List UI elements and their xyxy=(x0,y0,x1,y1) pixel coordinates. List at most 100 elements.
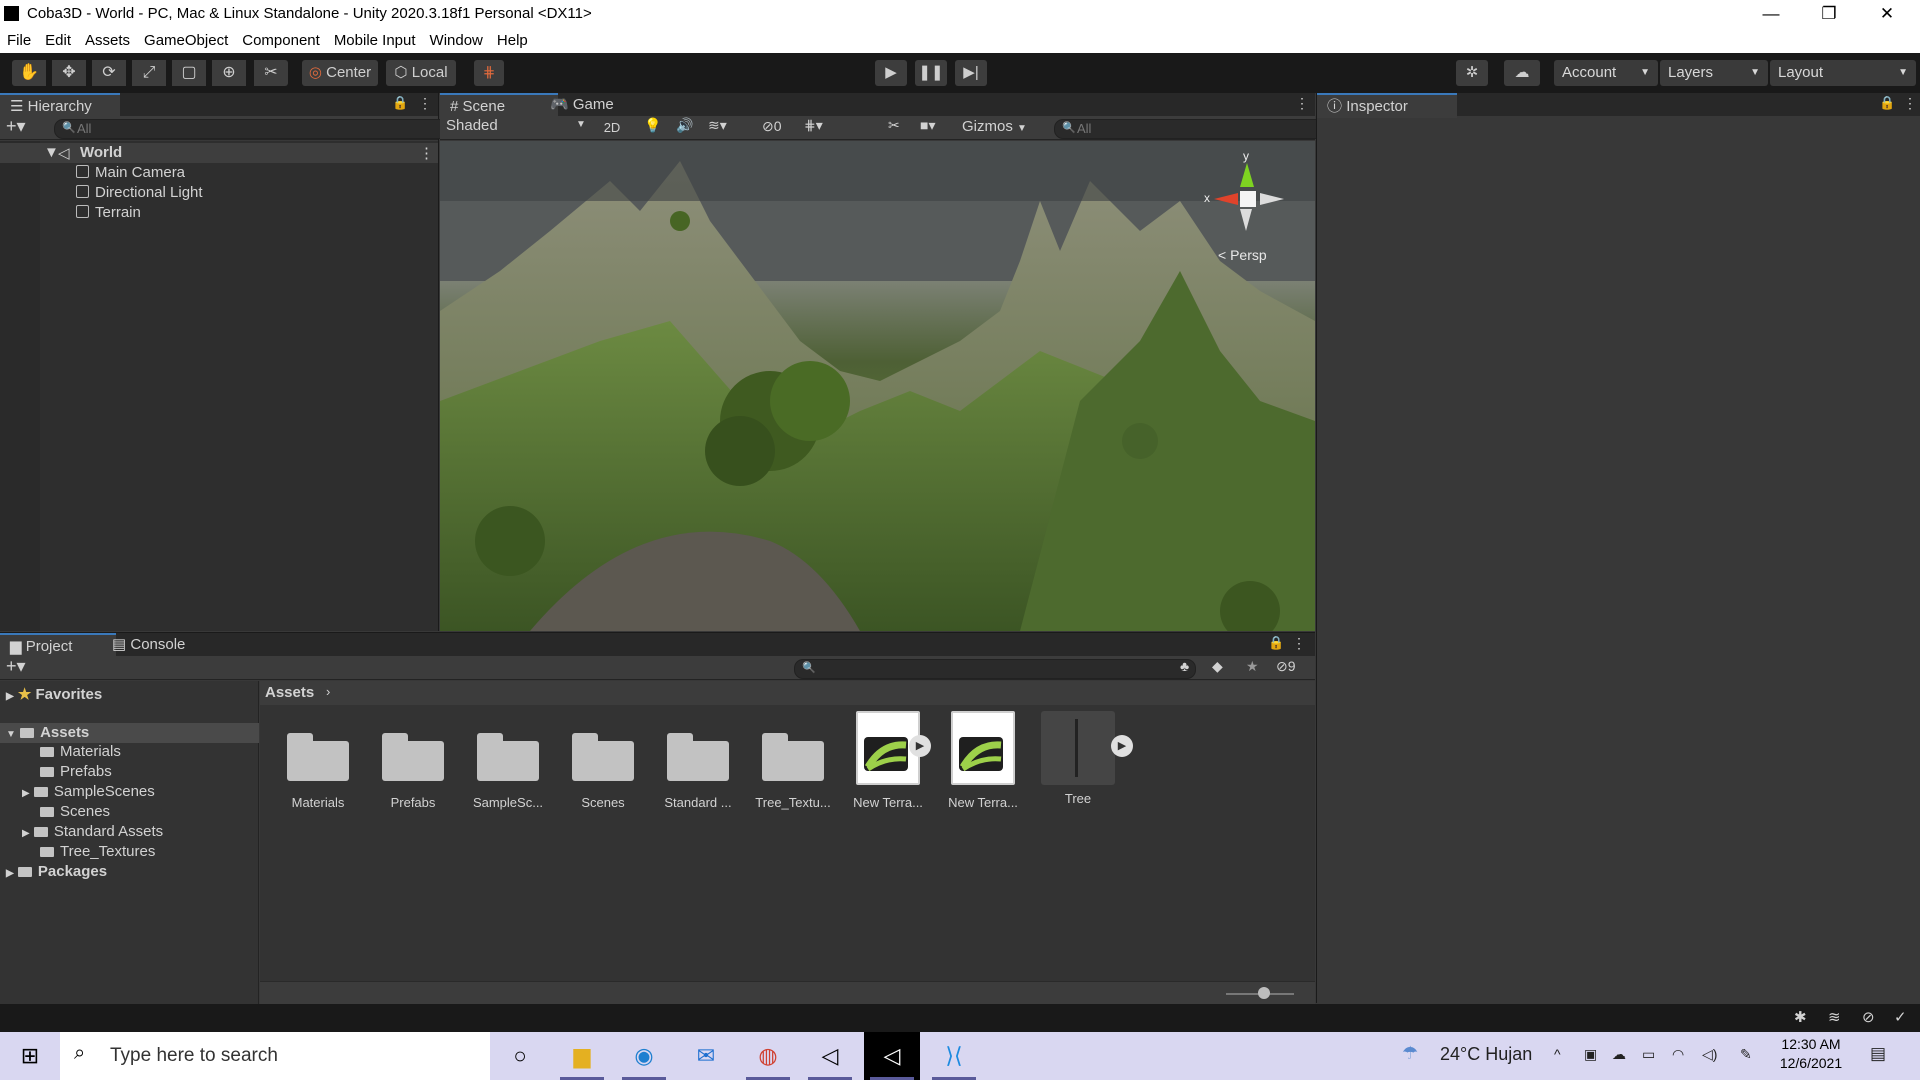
transform-tool-icon[interactable]: ⊕ xyxy=(212,60,246,86)
breadcrumb-assets[interactable]: Assets xyxy=(265,684,314,701)
asset-folder-tree-textures[interactable]: Tree_Textu... xyxy=(748,733,838,810)
pause-button[interactable]: ❚❚ xyxy=(915,60,947,86)
asset-tree-prefab[interactable]: ▶ Tree xyxy=(1033,711,1133,806)
volume-icon[interactable]: ◁) xyxy=(1702,1046,1717,1063)
tab-project[interactable]: ▆ Project xyxy=(0,633,116,658)
tree-folder-materials[interactable]: Materials xyxy=(40,743,121,760)
collab-button[interactable]: ✲ xyxy=(1456,60,1488,86)
lock-icon[interactable]: 🔒 xyxy=(392,95,408,111)
hierarchy-item-main-camera[interactable]: Main Camera xyxy=(76,164,185,181)
add-object-button[interactable]: +▾ xyxy=(6,116,26,137)
filter-type-icon[interactable]: ♣ xyxy=(1180,658,1189,674)
mode-2d-button[interactable]: 2D xyxy=(596,117,628,138)
asset-terrain-1[interactable]: ▶ New Terra... xyxy=(843,711,933,810)
perspective-label[interactable]: < Persp xyxy=(1218,247,1267,263)
hierarchy-item-directional-light[interactable]: Directional Light xyxy=(76,184,203,201)
scene-menu-icon[interactable]: ⋮ xyxy=(419,144,434,162)
grid-toggle-icon[interactable]: ⋕▾ xyxy=(804,117,823,134)
menu-edit[interactable]: Edit xyxy=(38,28,78,49)
hand-tool-icon[interactable]: ✋ xyxy=(12,60,46,86)
kebab-menu-icon[interactable]: ⋮ xyxy=(418,95,432,112)
account-dropdown[interactable]: Account ▼ xyxy=(1554,60,1658,86)
assets-root-row[interactable]: ▼ Assets xyxy=(0,723,259,743)
step-button[interactable]: ▶| xyxy=(955,60,987,86)
file-explorer-icon[interactable]: ▆ xyxy=(554,1032,610,1080)
move-tool-icon[interactable]: ✥ xyxy=(52,60,86,86)
menu-gameobject[interactable]: GameObject xyxy=(137,28,235,49)
pivot-local-button[interactable]: ⬡ Local xyxy=(386,60,456,86)
project-search-input[interactable]: 🔍 xyxy=(794,659,1196,679)
tree-folder-prefabs[interactable]: Prefabs xyxy=(40,763,112,780)
hierarchy-item-terrain[interactable]: Terrain xyxy=(76,204,141,221)
hidden-objects-button[interactable]: ⊘0 xyxy=(762,118,782,135)
hidden-packages-button[interactable]: ⊘9 xyxy=(1276,658,1296,675)
vscode-icon[interactable]: ⟩⟨ xyxy=(926,1032,982,1080)
orientation-gizmo[interactable]: y x < Persp xyxy=(1200,149,1300,263)
battery-icon[interactable]: ▭ xyxy=(1642,1046,1655,1063)
tree-packages[interactable]: ▶ Packages xyxy=(6,863,107,880)
asset-folder-materials[interactable]: Materials xyxy=(273,733,363,810)
notifications-icon[interactable]: ▤ xyxy=(1870,1044,1886,1064)
rect-tool-icon[interactable]: ▢ xyxy=(172,60,206,86)
debug-icon[interactable]: ✱ xyxy=(1794,1008,1807,1026)
scene-search-input[interactable]: 🔍 All xyxy=(1054,119,1334,139)
clock[interactable]: 12:30 AM 12/6/2021 xyxy=(1776,1036,1846,1071)
menu-assets[interactable]: Assets xyxy=(78,28,137,49)
tree-folder-tree-textures[interactable]: Tree_Textures xyxy=(40,843,155,860)
cloud-button[interactable]: ☁ xyxy=(1504,60,1540,86)
layers-dropdown[interactable]: Layers ▼ xyxy=(1660,60,1768,86)
gizmo-neg-x-arrow-icon[interactable] xyxy=(1260,193,1284,205)
audio-toggle-icon[interactable]: 🔊 xyxy=(676,117,693,134)
windows-start-icon[interactable]: ⊞ xyxy=(2,1032,58,1080)
asset-folder-samplescenes[interactable]: SampleSc... xyxy=(463,733,553,810)
asset-folder-standard-assets[interactable]: Standard ... xyxy=(653,733,743,810)
tray-chevron-up-icon[interactable]: ^ xyxy=(1554,1046,1561,1062)
gizmo-x-arrow-icon[interactable] xyxy=(1214,193,1238,205)
gizmo-neg-y-arrow-icon[interactable] xyxy=(1240,209,1252,231)
kebab-menu-icon[interactable]: ⋮ xyxy=(1295,95,1309,112)
minimize-button[interactable]: — xyxy=(1742,0,1800,28)
hierarchy-search-input[interactable]: 🔍 All xyxy=(54,119,458,139)
wifi-icon[interactable]: ◠ xyxy=(1672,1046,1684,1063)
menu-mobile-input[interactable]: Mobile Input xyxy=(327,28,423,49)
play-button[interactable]: ▶ xyxy=(875,60,907,86)
layout-dropdown[interactable]: Layout ▼ xyxy=(1770,60,1916,86)
onedrive-icon[interactable]: ☁ xyxy=(1612,1046,1626,1063)
lock-icon[interactable]: 🔒 xyxy=(1268,635,1284,651)
auto-generate-lighting-icon[interactable]: ⊘ xyxy=(1862,1008,1875,1026)
edge-browser-icon[interactable]: ◉ xyxy=(616,1032,672,1080)
asset-terrain-2[interactable]: New Terra... xyxy=(938,711,1028,810)
tree-folder-samplescenes[interactable]: ▶ SampleScenes xyxy=(22,783,155,800)
gizmo-center-cube[interactable] xyxy=(1240,191,1256,207)
lock-icon[interactable]: 🔒 xyxy=(1879,95,1895,111)
tab-inspector[interactable]: ⓘ Inspector xyxy=(1317,93,1457,118)
snap-grid-button[interactable]: ⋕ xyxy=(474,60,504,86)
chrome-icon[interactable]: ◍ xyxy=(740,1032,796,1080)
assets-root-item[interactable]: ▼ Assets xyxy=(6,724,89,741)
create-asset-button[interactable]: +▾ xyxy=(6,656,26,677)
pen-icon[interactable]: ✎ xyxy=(1740,1046,1752,1063)
menu-window[interactable]: Window xyxy=(423,28,490,49)
taskbar-search-input[interactable]: ⌕ Type here to search xyxy=(60,1032,490,1080)
progress-icon[interactable]: ≋ xyxy=(1828,1008,1841,1026)
draw-mode-dropdown[interactable]: Shaded ▼ xyxy=(442,117,590,137)
tree-folder-standard-assets[interactable]: ▶ Standard Assets xyxy=(22,823,163,840)
icon-size-slider-thumb[interactable] xyxy=(1258,987,1270,999)
asset-folder-prefabs[interactable]: Prefabs xyxy=(368,733,458,810)
unity-hub-icon[interactable]: ◁ xyxy=(802,1032,858,1080)
rotate-tool-icon[interactable]: ⟳ xyxy=(92,60,126,86)
cortana-icon[interactable]: ○ xyxy=(492,1032,548,1080)
maximize-button[interactable]: ❐ xyxy=(1800,0,1858,28)
tab-console[interactable]: ▤ Console xyxy=(102,633,218,656)
effects-toggle-icon[interactable]: ≋▾ xyxy=(708,117,727,134)
weather-icon[interactable]: ☂ xyxy=(1402,1043,1418,1064)
mail-icon[interactable]: ✉ xyxy=(678,1032,734,1080)
favorites-item[interactable]: ▶ ★ Favorites xyxy=(6,685,102,703)
tools-icon[interactable]: ✂ xyxy=(888,117,900,134)
asset-folder-scenes[interactable]: Scenes xyxy=(558,733,648,810)
camera-settings-icon[interactable]: ■▾ xyxy=(920,117,935,134)
expand-asset-icon[interactable]: ▶ xyxy=(909,735,931,757)
custom-tool-icon[interactable]: ✂ xyxy=(254,60,288,86)
tray-meet-icon[interactable]: ▣ xyxy=(1584,1046,1597,1063)
menu-component[interactable]: Component xyxy=(235,28,327,49)
